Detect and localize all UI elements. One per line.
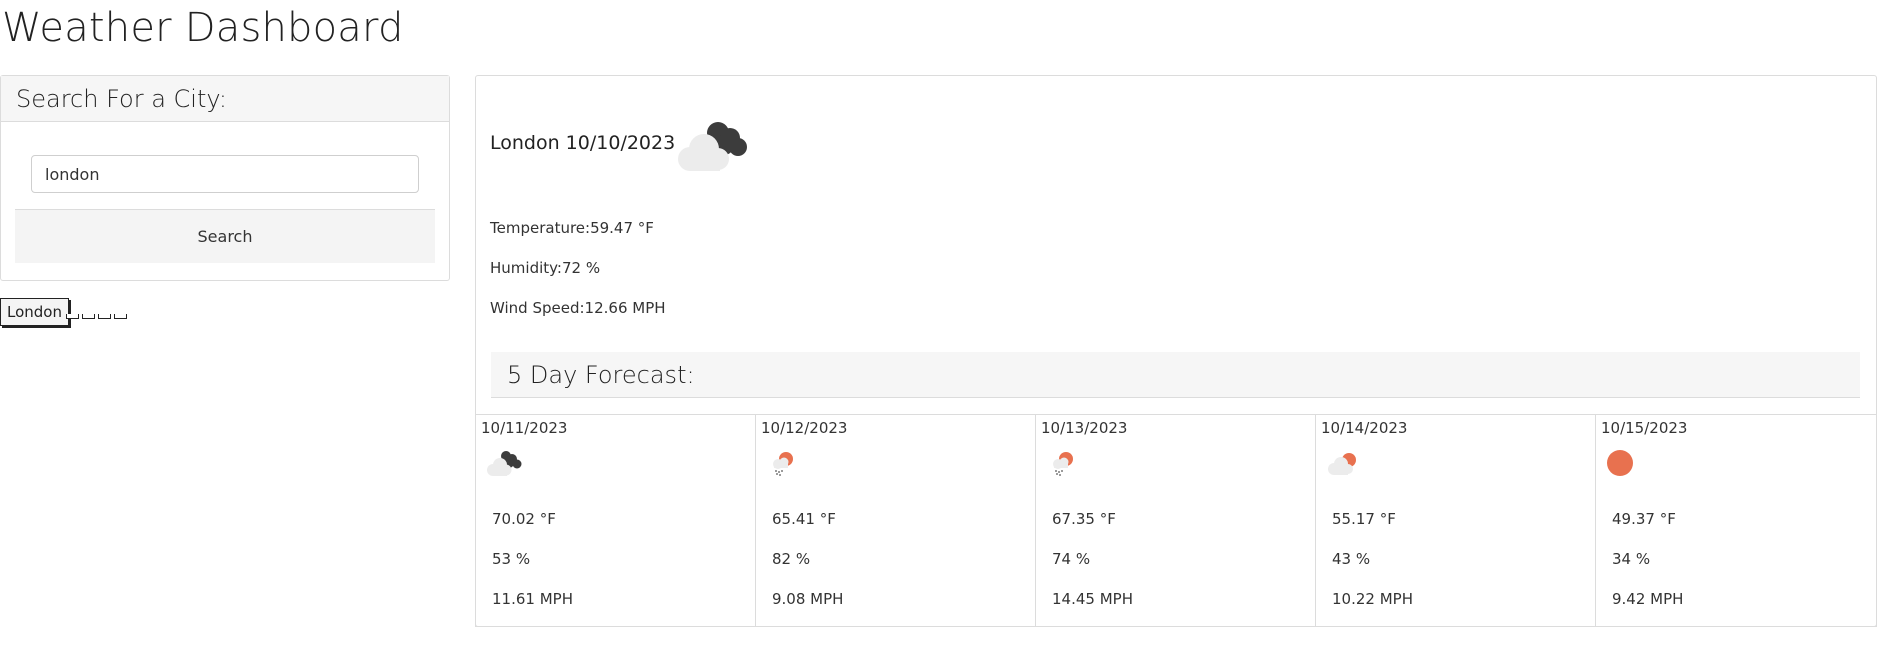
rain-sun-icon (764, 449, 802, 481)
current-city-title: London 10/10/2023 (490, 132, 676, 154)
rain-sun-icon (1044, 449, 1082, 481)
current-humidity: Humidity:72 % (490, 259, 601, 277)
city-search-input[interactable] (31, 155, 419, 193)
search-button[interactable]: Search (15, 209, 435, 263)
forecast-date: 10/14/2023 (1321, 419, 1408, 437)
forecast-temperature: 70.02 °F (492, 510, 556, 528)
current-wind-speed: Wind Speed:12.66 MPH (490, 299, 666, 317)
forecast-row: 10/11/2023 70.02 °F 53 % 11.61 MPH 10/12… (475, 414, 1877, 627)
forecast-date: 10/13/2023 (1041, 419, 1128, 437)
search-card: Search For a City: Search (0, 75, 450, 281)
forecast-wind: 14.45 MPH (1052, 590, 1133, 608)
current-temperature: Temperature:59.47 °F (490, 219, 654, 237)
forecast-day-card: 10/15/2023 49.37 °F 34 % 9.42 MPH (1596, 415, 1876, 626)
forecast-temperature: 67.35 °F (1052, 510, 1116, 528)
forecast-day-card: 10/14/2023 55.17 °F 43 % 10.22 MPH (1316, 415, 1596, 626)
sun-icon (1604, 449, 1642, 481)
forecast-date: 10/12/2023 (761, 419, 848, 437)
forecast-date: 10/11/2023 (481, 419, 568, 437)
clouds-icon (672, 115, 748, 175)
forecast-humidity: 74 % (1052, 550, 1091, 568)
forecast-day-card: 10/11/2023 70.02 °F 53 % 11.61 MPH (476, 415, 756, 626)
forecast-temperature: 65.41 °F (772, 510, 836, 528)
forecast-humidity: 82 % (772, 550, 811, 568)
forecast-day-card: 10/13/2023 67.35 °F 74 % 14.45 MPH (1036, 415, 1316, 626)
forecast-temperature: 55.17 °F (1332, 510, 1396, 528)
history-button-stub[interactable] (114, 314, 127, 319)
forecast-wind: 11.61 MPH (492, 590, 573, 608)
clouds-icon (484, 449, 522, 481)
history-city-button[interactable]: London (0, 298, 69, 326)
forecast-wind: 10.22 MPH (1332, 590, 1413, 608)
forecast-wind: 9.42 MPH (1612, 590, 1684, 608)
search-heading: Search For a City: (1, 76, 449, 122)
forecast-heading: 5 Day Forecast: (491, 352, 1860, 398)
forecast-humidity: 34 % (1612, 550, 1651, 568)
cloud-sun-icon (1324, 449, 1362, 481)
forecast-wind: 9.08 MPH (772, 590, 844, 608)
forecast-day-card: 10/12/2023 65.41 °F 82 % 9.08 MPH (756, 415, 1036, 626)
page-title: Weather Dashboard (2, 5, 404, 51)
forecast-humidity: 43 % (1332, 550, 1371, 568)
forecast-date: 10/15/2023 (1601, 419, 1688, 437)
history-button-stub[interactable] (66, 314, 79, 319)
history-button-stub[interactable] (98, 314, 111, 319)
forecast-humidity: 53 % (492, 550, 531, 568)
history-button-stub[interactable] (82, 314, 95, 319)
forecast-temperature: 49.37 °F (1612, 510, 1676, 528)
